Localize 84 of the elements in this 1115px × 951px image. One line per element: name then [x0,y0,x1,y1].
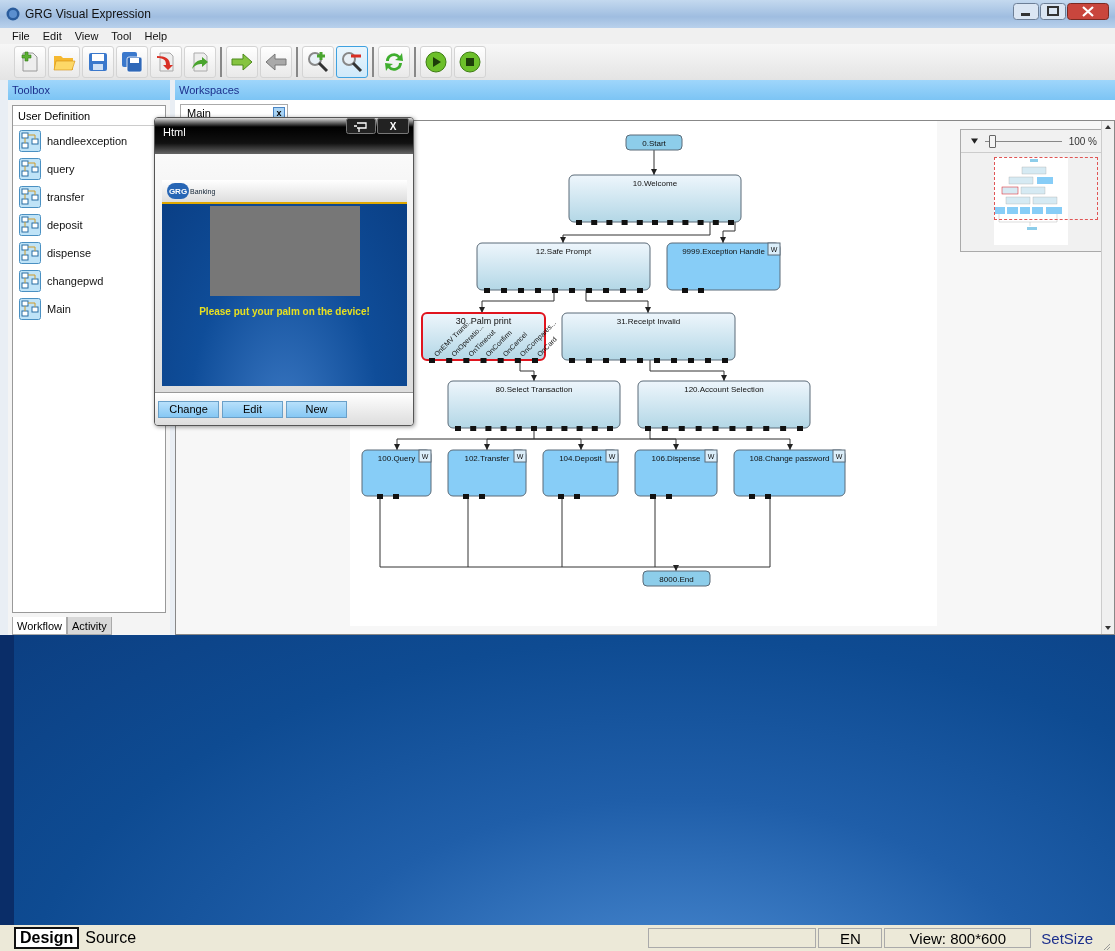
workflow-icon [19,214,41,236]
connector-line [651,149,657,176]
terminal-node[interactable]: 0.Start [625,134,683,151]
workflow-icon [19,186,41,208]
port-connector[interactable] [463,358,470,363]
zoom-value: 100 % [1068,135,1097,147]
slider-thumb[interactable] [988,134,996,148]
tab-label[interactable]: Main [187,106,211,119]
set-size-link[interactable]: SetSize [1041,929,1093,947]
mode-tab[interactable]: Design [14,927,80,949]
port-connector[interactable] [712,426,719,431]
bank-logo: GRG [167,183,189,199]
action-button[interactable]: Edit [222,400,283,418]
viewport-frame[interactable] [994,157,1098,220]
panel-title: Workspaces [179,84,240,96]
port-connector[interactable] [515,426,522,431]
port-connector[interactable] [621,220,628,225]
port-connector[interactable] [763,426,770,431]
port-connector[interactable] [780,426,787,431]
terminal-node[interactable]: 8000.End [642,570,711,587]
port-connector[interactable] [746,426,753,431]
port-connector[interactable] [661,426,668,431]
window-title: GRG Visual Expression [25,7,151,21]
popup-title: Html [163,126,186,138]
minimize-button[interactable] [1013,3,1039,20]
toolbox-item[interactable]: deposit [47,219,83,231]
port-connector[interactable] [697,220,704,225]
connector-line [720,221,736,244]
toolbox-item[interactable]: query [47,163,75,175]
panel-title: Toolbox [12,84,50,96]
workflow-icon [19,158,41,180]
step-node[interactable]: 80.Select Transaction [447,380,621,431]
port-connector[interactable] [695,426,702,431]
step-node[interactable]: 120.Account Selection [637,380,811,431]
panel-tab[interactable]: Workflow [12,617,68,635]
panel-tab[interactable]: Activity [67,617,112,635]
port-connector[interactable] [500,426,507,431]
port-connector[interactable] [446,358,453,363]
workflow-icon [19,242,41,264]
port-connector[interactable] [636,220,643,225]
workflow-icon [19,270,41,292]
pin-icon[interactable] [346,118,376,134]
menu-item[interactable]: Tool [105,30,139,42]
action-button[interactable]: Change [158,400,219,418]
resize-grip-icon[interactable] [1101,941,1111,951]
menu-item[interactable]: File [6,30,37,42]
language-indicator: EN [818,928,883,948]
port-connector[interactable] [591,220,598,225]
port-connector[interactable] [606,220,613,225]
vertical-scrollbar[interactable] [1101,121,1114,634]
toolbox-item[interactable]: handleexception [47,135,128,147]
port-connector[interactable] [712,220,719,225]
toolbox-item[interactable]: transfer [47,191,85,203]
port-connector[interactable] [667,220,674,225]
popup-close-button[interactable]: X [377,118,409,134]
port-connector[interactable] [546,426,553,431]
workflow-icon [19,298,41,320]
app-logo-icon [6,7,20,21]
prompt-message: Please put your palm on the device! [199,306,370,317]
dropdown-arrow-icon[interactable] [971,138,978,144]
port-connector[interactable] [561,426,568,431]
port-connector[interactable] [591,426,598,431]
port-connector[interactable] [514,358,521,363]
toolbox-item[interactable]: changepwd [47,275,104,287]
maximize-button[interactable] [1040,3,1066,20]
port-connector[interactable] [678,426,685,431]
toolbox-item[interactable]: dispense [47,247,92,259]
port-connector[interactable] [485,426,492,431]
view-size-indicator: View: 800*600 [884,928,1032,948]
tab-close-button[interactable]: x [273,106,285,119]
menu-item[interactable]: Help [138,30,175,42]
port-connector[interactable] [576,426,583,431]
step-node[interactable]: 10.Welcome [568,174,742,225]
action-button[interactable]: New [286,400,347,418]
toolbox-item[interactable]: Main [47,303,71,315]
port-connector[interactable] [729,426,736,431]
port-connector[interactable] [682,220,689,225]
menu-item[interactable]: View [68,30,106,42]
close-button[interactable] [1067,3,1109,20]
mode-tab[interactable]: Source [79,927,143,949]
port-connector[interactable] [497,358,504,363]
port-connector[interactable] [470,426,477,431]
menu-item[interactable]: Edit [36,30,69,42]
workflow-icon [19,130,41,152]
